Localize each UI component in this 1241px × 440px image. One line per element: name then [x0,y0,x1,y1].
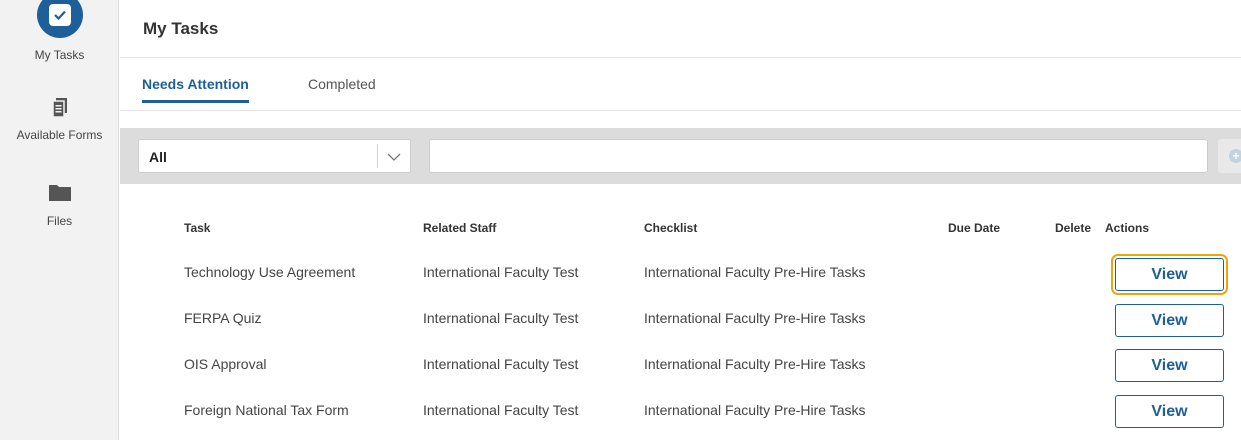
column-header-actions: Actions [1105,221,1150,235]
checklist: International Faculty Pre-Hire Tasks [644,264,866,280]
column-header-delete: Delete [1055,221,1092,235]
view-button[interactable]: View [1115,349,1224,382]
related-staff: International Faculty Test [423,402,579,418]
add-button[interactable]: + [1218,139,1241,173]
filter-bar: All + [120,128,1241,184]
search-input[interactable] [429,139,1208,173]
tab-needs-attention[interactable]: Needs Attention [142,76,249,103]
filter-select-value: All [149,149,167,165]
column-header-due-date: Due Date [948,221,1001,235]
column-header-related-staff: Related Staff [423,221,497,235]
checklist: International Faculty Pre-Hire Tasks [644,402,866,418]
view-button[interactable]: View [1115,304,1224,337]
sidebar-item-label: My Tasks [34,48,85,62]
view-button[interactable]: View [1111,254,1228,295]
page-header: My Tasks [120,0,1241,58]
sidebar-item-my-tasks[interactable]: My Tasks [0,0,119,62]
column-header-task: Task [184,221,211,235]
sidebar-item-available-forms[interactable]: Available Forms [0,98,119,142]
checkbox-icon [48,4,71,26]
checklist: International Faculty Pre-Hire Tasks [644,310,866,326]
my-tasks-icon-badge [36,0,83,38]
select-divider [377,144,378,168]
app-root: My Tasks Available Forms Files My Tasks … [0,0,1241,440]
column-header-checklist: Checklist [644,221,698,235]
task-name: FERPA Quiz [184,310,262,326]
task-name: Foreign National Tax Form [184,402,349,418]
tab-completed[interactable]: Completed [308,76,376,92]
page-title: My Tasks [143,19,219,38]
related-staff: International Faculty Test [423,356,579,372]
folder-icon [0,183,119,201]
chevron-down-icon [387,150,401,169]
related-staff: International Faculty Test [423,264,579,280]
sidebar-item-label: Files [46,214,73,228]
sidebar: My Tasks Available Forms Files [0,0,119,440]
plus-circle-icon: + [1229,149,1241,163]
view-button[interactable]: View [1115,395,1224,428]
sidebar-item-files[interactable]: Files [0,183,119,228]
related-staff: International Faculty Test [423,310,579,326]
document-icon [0,98,119,118]
checklist: International Faculty Pre-Hire Tasks [644,356,866,372]
sidebar-item-label: Available Forms [16,128,103,142]
task-name: OIS Approval [184,356,267,372]
filter-select[interactable]: All [138,139,411,173]
task-name: Technology Use Agreement [184,264,356,280]
tab-bar: Needs Attention Completed [120,58,1241,111]
